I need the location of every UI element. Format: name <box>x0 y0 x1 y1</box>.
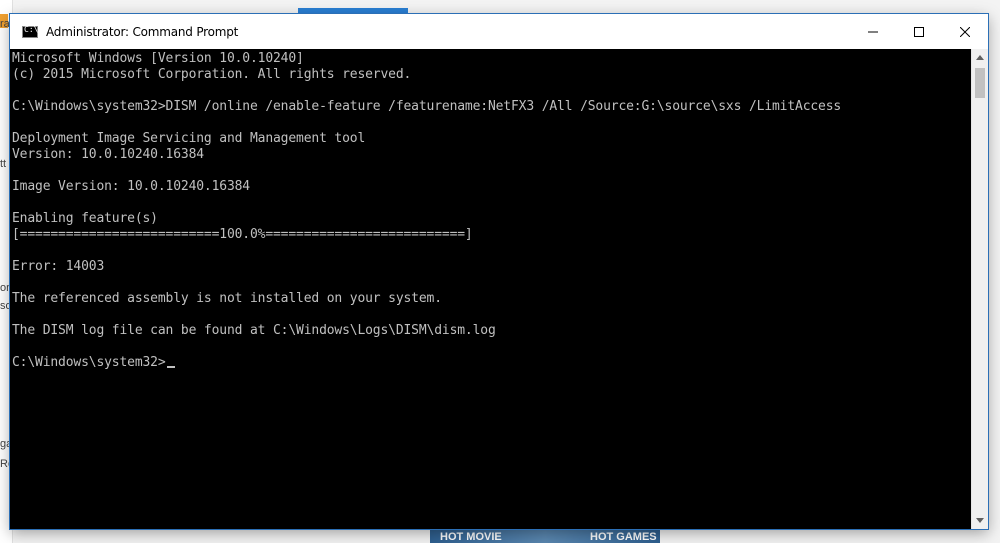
scroll-up-button[interactable] <box>972 49 988 66</box>
prompt-line[interactable]: C:\Windows\system32> <box>12 355 175 371</box>
window-controls <box>850 14 988 49</box>
console-line: C:\Windows\system32>DISM /online /enable… <box>12 99 842 114</box>
cmd-icon[interactable] <box>22 25 38 38</box>
title-bar[interactable]: Administrator: Command Prompt <box>10 14 988 49</box>
hot-movie-label: HOT MOVIE <box>440 531 502 543</box>
console-line: Deployment Image Servicing and Managemen… <box>12 131 366 146</box>
close-icon <box>960 26 970 37</box>
maximize-button[interactable] <box>896 14 942 49</box>
scroll-down-button[interactable] <box>972 512 988 529</box>
vertical-scrollbar[interactable] <box>971 49 988 529</box>
console-line: Version: 10.0.10240.16384 <box>12 147 204 162</box>
minimize-button[interactable] <box>850 14 896 49</box>
console-line: Image Version: 10.0.10240.16384 <box>12 179 250 194</box>
chevron-down-icon <box>976 518 984 523</box>
command-prompt-window: Administrator: Command Prompt Microsof <box>10 14 988 529</box>
prompt-text: C:\Windows\system32> <box>12 355 166 370</box>
chevron-up-icon <box>976 55 984 60</box>
progress-bar-line: [==========================100.0%=======… <box>12 227 473 242</box>
hot-games-label: HOT GAMES <box>590 531 657 543</box>
error-code-line: Error: 14003 <box>12 259 105 274</box>
minimize-icon <box>868 31 878 32</box>
window-title: Administrator: Command Prompt <box>46 24 239 39</box>
text-cursor <box>166 366 175 368</box>
maximize-icon <box>914 26 924 37</box>
console-line: Enabling feature(s) <box>12 211 158 226</box>
scroll-thumb[interactable] <box>975 68 985 98</box>
console-line: Microsoft Windows [Version 10.0.10240] <box>12 51 304 66</box>
console-output[interactable]: Microsoft Windows [Version 10.0.10240] (… <box>10 49 971 529</box>
console-line: (c) 2015 Microsoft Corporation. All righ… <box>12 67 412 82</box>
log-path-line: The DISM log file can be found at C:\Win… <box>12 323 496 338</box>
error-message-line: The referenced assembly is not installed… <box>12 291 442 306</box>
close-button[interactable] <box>942 14 988 49</box>
